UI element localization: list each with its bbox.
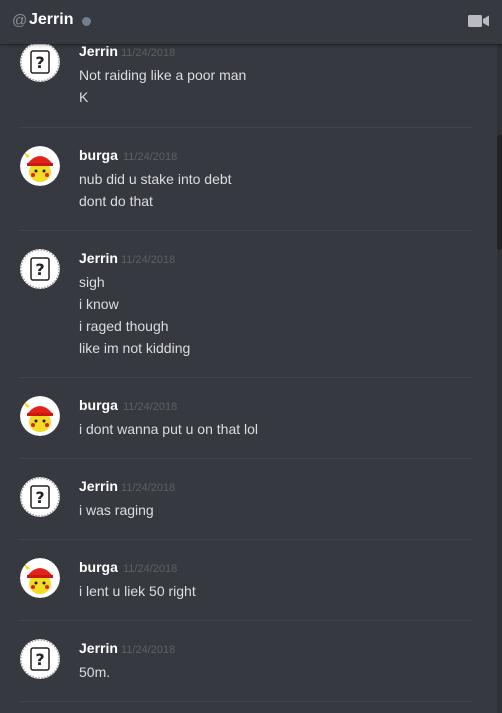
message-divider [20,620,473,621]
avatar[interactable]: ? [20,249,60,289]
avatar[interactable] [20,146,60,186]
question-mark-avatar-icon: ? [20,249,60,289]
avatar[interactable]: ? [20,42,60,82]
svg-text:?: ? [35,488,44,507]
message-text: dont do that [79,193,153,209]
pikachu-avatar-icon [20,146,60,186]
message-text: i dont wanna put u on that lol [79,421,259,437]
dm-chat-window: ? Jerrin 11/24/2018 Not raiding like a p… [0,0,502,713]
question-mark-avatar-icon: ? [20,42,60,82]
channel-header: @ Jerrin [0,0,502,44]
message-text: i know [79,296,119,312]
message-author[interactable]: burga [79,559,118,575]
message-list[interactable]: ? Jerrin 11/24/2018 Not raiding like a p… [0,0,496,713]
message-text: 50m. [79,664,111,680]
message-timestamp: 11/24/2018 [121,644,176,656]
message-divider [20,701,473,702]
message-divider [20,377,473,378]
message-divider [20,127,473,128]
message-author[interactable]: Jerrin [79,250,118,266]
question-mark-avatar-icon: ? [20,477,60,517]
avatar[interactable]: ? [20,639,60,679]
avatar[interactable] [20,558,60,598]
message-text: i was raging [79,502,154,518]
avatar[interactable]: ? [20,477,60,517]
dm-recipient-name[interactable]: Jerrin [29,11,73,29]
avatar[interactable] [20,396,60,436]
message-author[interactable]: Jerrin [79,640,118,656]
pikachu-avatar-icon [20,396,60,436]
message-text: K [79,89,89,105]
at-sign-icon: @ [12,12,28,29]
offline-status-icon [82,17,91,26]
message-text: Not raiding like a poor man [79,67,247,83]
message-timestamp: 11/24/2018 [121,254,176,266]
message-timestamp: 11/24/2018 [121,47,176,59]
video-camera-icon[interactable] [468,14,490,28]
message-timestamp: 11/24/2018 [123,151,178,163]
message-divider [20,458,473,459]
message-author[interactable]: Jerrin [79,43,118,59]
message-divider [20,230,473,231]
svg-text:?: ? [35,260,44,279]
message-timestamp: 11/24/2018 [121,482,176,494]
message-text: sigh [79,274,105,290]
message-text: nub did u stake into debt [79,171,232,187]
pikachu-avatar-icon [20,558,60,598]
message-divider [20,539,473,540]
message-text: i lent u liek 50 right [79,583,196,599]
svg-text:?: ? [35,53,44,72]
message-timestamp: 11/24/2018 [123,401,178,413]
message-text: i raged though [79,318,169,334]
message-author[interactable]: burga [79,147,118,163]
question-mark-avatar-icon: ? [20,639,60,679]
message-author[interactable]: burga [79,397,118,413]
message-timestamp: 11/24/2018 [123,563,178,575]
message-text: like im not kidding [79,340,191,356]
scrollbar-thumb[interactable] [497,135,502,250]
svg-text:?: ? [35,650,44,669]
message-author[interactable]: Jerrin [79,478,118,494]
